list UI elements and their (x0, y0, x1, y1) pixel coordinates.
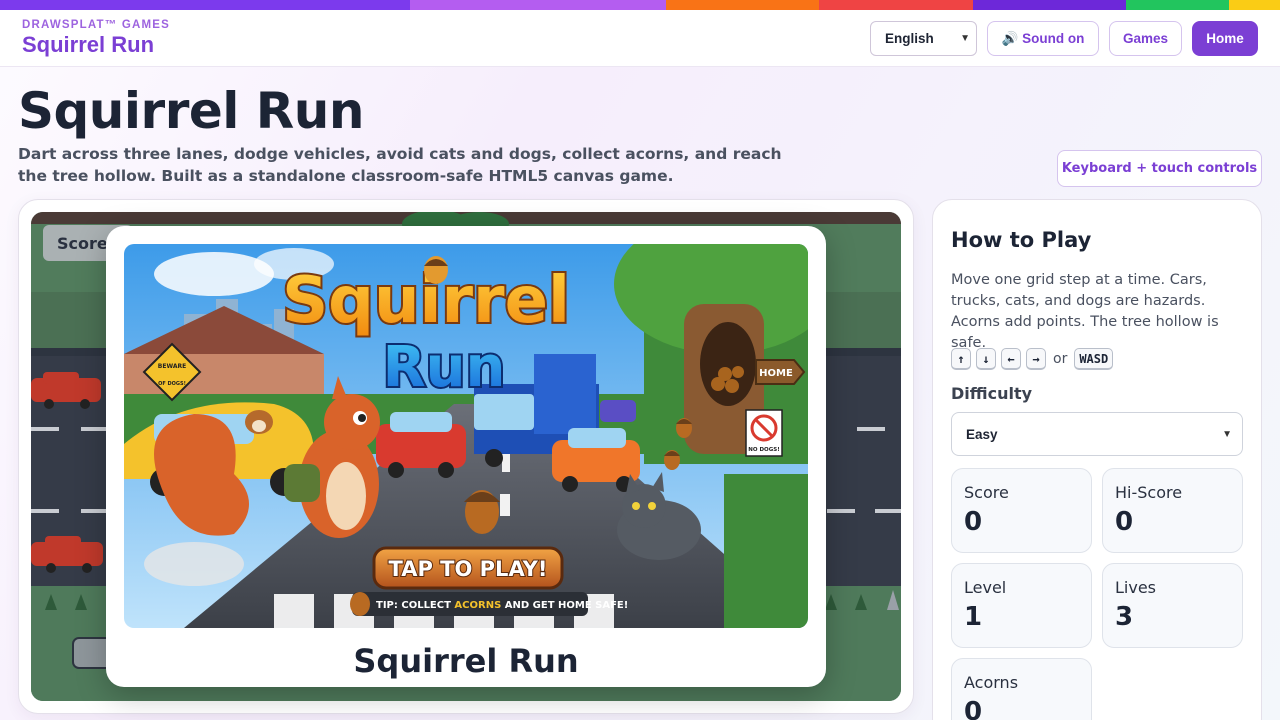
start-overlay[interactable]: BEWARE OF DOGS! HOME NO DOGS! Squirrel R… (106, 226, 826, 687)
stat-hi-score: Hi-Score 0 (1102, 468, 1243, 553)
rainbow-segment (0, 0, 410, 10)
acorn-icon (350, 592, 370, 616)
arrow-left-key: ← (1001, 348, 1021, 370)
acorn-icon (664, 450, 680, 470)
chevron-down-icon: ▼ (960, 33, 970, 44)
hud-score-label: Score (57, 234, 108, 253)
stat-value: 0 (964, 507, 983, 537)
wasd-key: WASD (1074, 348, 1114, 370)
keys-or-text: or (1053, 351, 1068, 367)
home-button[interactable]: Home (1192, 21, 1258, 56)
arrow-up-key: ↑ (951, 348, 971, 370)
top-bar: DRAWSPLAT™ GAMES Squirrel Run English ▼ … (0, 10, 1280, 67)
page-subtitle: Dart across three lanes, dodge vehicles,… (18, 145, 782, 185)
no-dogs-sign: NO DOGS! (745, 409, 783, 457)
rainbow-segment (973, 0, 1126, 10)
rainbow-strip (0, 0, 1280, 10)
rainbow-segment (819, 0, 973, 10)
sound-toggle-button[interactable]: 🔊 Sound on (987, 21, 1099, 56)
difficulty-label: Difficulty (951, 384, 1033, 403)
rainbow-segment (1126, 0, 1229, 10)
stat-value: 0 (1115, 507, 1134, 537)
no-dogs-sign-text: NO DOGS! (748, 447, 779, 453)
acorn-icon (424, 256, 448, 284)
home-sign: HOME (755, 359, 806, 385)
language-value: English (885, 31, 934, 46)
stat-label: Hi-Score (1115, 483, 1183, 502)
chevron-down-icon: ▼ (1222, 428, 1232, 440)
page-title: Squirrel Run (18, 82, 365, 140)
stat-label: Level (964, 578, 1007, 597)
arrow-down-key: ↓ (976, 348, 996, 370)
key-legend: ↑ ↓ ← → or WASD (951, 348, 1114, 370)
stat-score: Score 0 (951, 468, 1092, 553)
tap-to-play-label: TAP TO PLAY! (389, 557, 548, 581)
acorn-icon (676, 418, 692, 438)
stat-value: 0 (964, 697, 983, 720)
rainbow-segment (666, 0, 819, 10)
overlay-title: Squirrel Run (353, 642, 579, 680)
splash-scene: BEWARE OF DOGS! HOME NO DOGS! Squirrel R… (124, 244, 808, 628)
tap-to-play-button[interactable]: TAP TO PLAY! (372, 546, 564, 590)
language-select[interactable]: English ▼ (870, 21, 977, 56)
brand-label: DRAWSPLAT™ GAMES (22, 19, 171, 31)
difficulty-value: Easy (966, 426, 998, 442)
stat-acorns: Acorns 0 (951, 658, 1092, 720)
stat-label: Acorns (964, 673, 1019, 692)
tip-banner: TIP: COLLECT ACORNS AND GET HOME SAFE! (350, 592, 628, 616)
purple-car-icon (600, 400, 636, 422)
stat-value: 3 (1115, 602, 1134, 632)
rainbow-segment (1229, 0, 1280, 10)
arrow-right-key: → (1026, 348, 1046, 370)
stat-lives: Lives 3 (1102, 563, 1243, 648)
difficulty-select[interactable]: Easy ▼ (951, 412, 1243, 456)
controls-badge: Keyboard + touch controls (1057, 150, 1262, 187)
tip-text: TIP: COLLECT ACORNS AND GET HOME SAFE! (376, 600, 628, 611)
stat-level: Level 1 (951, 563, 1092, 648)
tree-hollow (700, 322, 756, 406)
beware-sign-line1: BEWARE (158, 363, 186, 370)
dog-icon (245, 410, 273, 434)
home-sign-text: HOME (759, 368, 793, 379)
brand-title[interactable]: Squirrel Run (22, 32, 154, 58)
stat-label: Lives (1115, 578, 1157, 597)
stat-label: Score (964, 483, 1009, 502)
how-to-play-description: Move one grid step at a time. Cars, truc… (951, 272, 1219, 351)
splash-image[interactable]: BEWARE OF DOGS! HOME NO DOGS! Squirrel R… (124, 244, 808, 628)
beware-sign-line2: OF DOGS! (158, 381, 186, 387)
how-to-play-heading: How to Play (951, 228, 1092, 252)
stat-value: 1 (964, 602, 983, 632)
splash-logo-line2: Run (383, 335, 506, 400)
rainbow-segment (410, 0, 666, 10)
games-button[interactable]: Games (1109, 21, 1182, 56)
backpack-icon (284, 464, 320, 502)
